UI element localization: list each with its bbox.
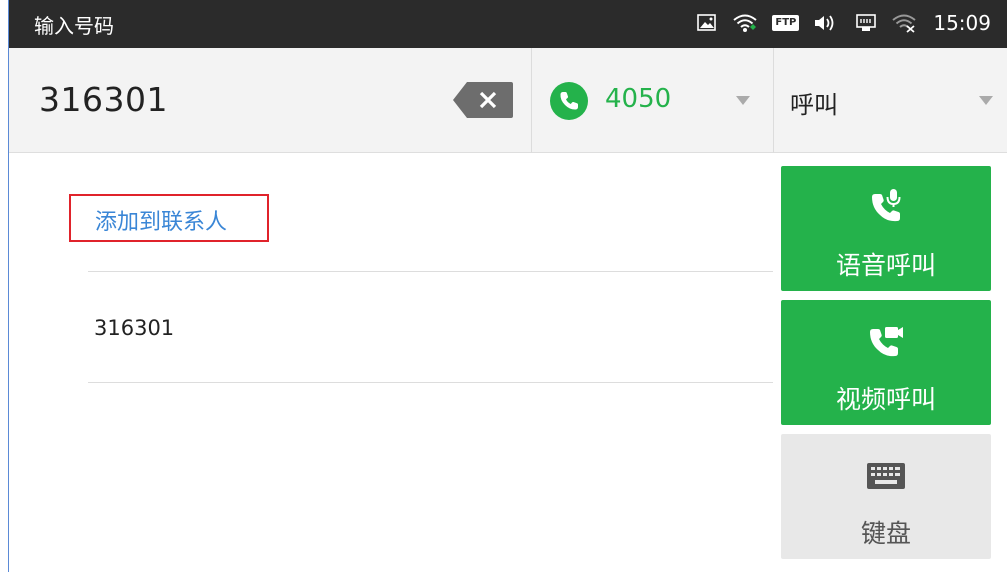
status-icons: FTP 15:09 bbox=[696, 10, 991, 36]
backspace-icon bbox=[453, 82, 513, 118]
wifi-off-icon bbox=[891, 10, 917, 36]
volume-icon bbox=[813, 10, 841, 36]
voice-call-icon bbox=[869, 188, 903, 228]
video-call-label: 视频呼叫 bbox=[835, 385, 936, 414]
account-selector[interactable]: 4050 bbox=[532, 48, 772, 153]
keypad-label: 键盘 bbox=[860, 519, 911, 548]
content-area: 添加到联系人 316301 语音呼叫 视频呼叫 键盘 bbox=[9, 153, 1007, 572]
ethernet-icon bbox=[855, 10, 877, 36]
dialed-number-input[interactable]: 316301 bbox=[39, 80, 168, 119]
chevron-down-icon bbox=[736, 96, 750, 105]
account-number: 4050 bbox=[605, 84, 672, 114]
divider bbox=[88, 382, 773, 383]
list-item[interactable]: 316301 bbox=[94, 316, 174, 340]
call-type-selector[interactable]: 呼叫 bbox=[773, 48, 1007, 153]
voice-call-button[interactable]: 语音呼叫 bbox=[781, 166, 991, 291]
status-time: 15:09 bbox=[933, 11, 991, 35]
dial-bar: 316301 4050 呼叫 bbox=[9, 48, 1007, 153]
ftp-icon: FTP bbox=[772, 10, 800, 36]
screen-title: 输入号码 bbox=[34, 14, 114, 38]
screenshot-icon bbox=[696, 10, 718, 36]
window-frame bbox=[0, 0, 9, 572]
wifi-icon bbox=[732, 10, 758, 36]
status-bar: 输入号码 FTP 15:09 bbox=[9, 0, 1007, 48]
phone-icon bbox=[550, 82, 588, 120]
keypad-button[interactable]: 键盘 bbox=[781, 434, 991, 559]
backspace-button[interactable] bbox=[453, 82, 513, 118]
video-call-icon bbox=[867, 324, 905, 362]
video-call-button[interactable]: 视频呼叫 bbox=[781, 300, 991, 425]
keyboard-icon bbox=[866, 462, 906, 494]
add-to-contacts-link[interactable]: 添加到联系人 bbox=[69, 194, 269, 242]
call-type-label: 呼叫 bbox=[790, 91, 838, 119]
divider bbox=[88, 271, 773, 272]
voice-call-label: 语音呼叫 bbox=[835, 251, 936, 280]
chevron-down-icon bbox=[979, 96, 993, 105]
